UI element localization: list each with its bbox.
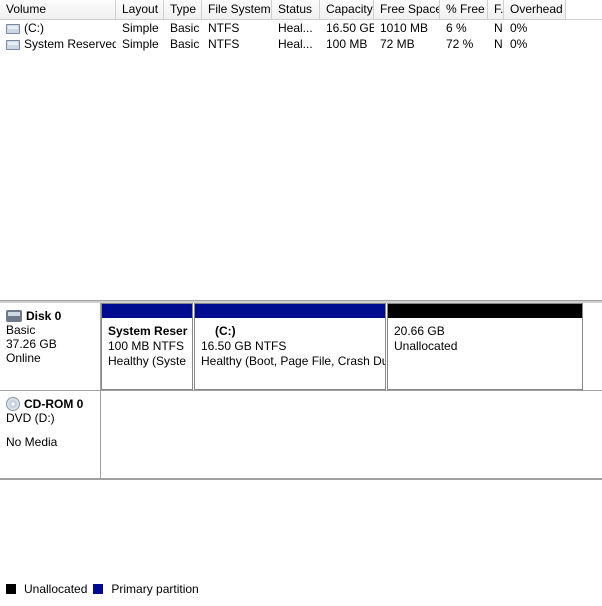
partition-bar bbox=[195, 304, 385, 318]
cell-fs: NTFS bbox=[202, 21, 272, 35]
cdrom-icon bbox=[6, 397, 20, 411]
cell-status: Heal... bbox=[272, 21, 320, 35]
col-layout[interactable]: Layout bbox=[116, 0, 164, 19]
disk-state: Online bbox=[6, 351, 94, 365]
disk-size: 37.26 GB bbox=[6, 337, 94, 351]
cell-type: Basic bbox=[164, 21, 202, 35]
partition-c[interactable]: (C:) 16.50 GB NTFS Healthy (Boot, Page F… bbox=[194, 303, 386, 390]
volume-table-header: Volume Layout Type File System Status Ca… bbox=[0, 0, 602, 20]
partition-size: 100 MB NTFS bbox=[108, 339, 186, 354]
col-status[interactable]: Status bbox=[272, 0, 320, 19]
cdrom-label-area[interactable]: CD-ROM 0 DVD (D:) No Media bbox=[0, 391, 101, 478]
col-filesystem[interactable]: File System bbox=[202, 0, 272, 19]
partition-bar bbox=[388, 304, 582, 318]
table-row[interactable]: (C:) Simple Basic NTFS Heal... 16.50 GB … bbox=[0, 20, 602, 36]
cell-capacity: 16.50 GB bbox=[320, 21, 374, 35]
disk-type: Basic bbox=[6, 323, 94, 337]
cell-free: 1010 MB bbox=[374, 21, 440, 35]
cell-fault: N bbox=[488, 21, 504, 35]
partition-status: Unallocated bbox=[394, 339, 576, 354]
cdrom-type: DVD (D:) bbox=[6, 411, 94, 425]
cell-capacity: 100 MB bbox=[320, 37, 374, 51]
partition-size: 20.66 GB bbox=[394, 324, 576, 339]
cdrom-state: No Media bbox=[6, 435, 94, 449]
col-fault[interactable]: F. bbox=[488, 0, 504, 19]
partition-name: (C:) bbox=[201, 324, 379, 339]
volume-table-body: (C:) Simple Basic NTFS Heal... 16.50 GB … bbox=[0, 20, 602, 52]
cdrom-title: CD-ROM 0 bbox=[24, 397, 83, 411]
col-overhead[interactable]: Overhead bbox=[504, 0, 566, 19]
partition-unallocated[interactable]: 20.66 GB Unallocated bbox=[387, 303, 583, 390]
cell-pct: 72 % bbox=[440, 37, 488, 51]
partition-status: Healthy (Syste bbox=[108, 354, 186, 369]
table-row[interactable]: System Reserved Simple Basic NTFS Heal..… bbox=[0, 36, 602, 52]
partition-system-reserved[interactable]: System Reser 100 MB NTFS Healthy (Syste bbox=[101, 303, 193, 390]
col-capacity[interactable]: Capacity bbox=[320, 0, 374, 19]
legend-primary: Primary partition bbox=[111, 582, 198, 596]
partition-size: 16.50 GB NTFS bbox=[201, 339, 379, 354]
legend: Unallocated Primary partition bbox=[6, 582, 199, 596]
legend-unallocated: Unallocated bbox=[24, 582, 87, 596]
drive-icon bbox=[6, 40, 20, 50]
partition-status: Healthy (Boot, Page File, Crash Du bbox=[201, 354, 379, 369]
cell-pct: 6 % bbox=[440, 21, 488, 35]
drive-icon bbox=[6, 24, 20, 34]
cell-layout: Simple bbox=[116, 37, 164, 51]
cdrom-row: CD-ROM 0 DVD (D:) No Media bbox=[0, 391, 602, 479]
cell-layout: Simple bbox=[116, 21, 164, 35]
disk-title: Disk 0 bbox=[26, 309, 61, 323]
volume-list-pane: Volume Layout Type File System Status Ca… bbox=[0, 0, 602, 301]
cell-fs: NTFS bbox=[202, 37, 272, 51]
volume-name: (C:) bbox=[24, 21, 44, 35]
legend-swatch-unallocated bbox=[6, 584, 16, 594]
cell-overhead: 0% bbox=[504, 21, 566, 35]
disk-row: Disk 0 Basic 37.26 GB Online System Rese… bbox=[0, 303, 602, 391]
col-freespace[interactable]: Free Space bbox=[374, 0, 440, 19]
disk-icon bbox=[6, 310, 22, 322]
col-type[interactable]: Type bbox=[164, 0, 202, 19]
volume-name: System Reserved bbox=[24, 37, 116, 51]
col-volume[interactable]: Volume bbox=[0, 0, 116, 19]
cell-free: 72 MB bbox=[374, 37, 440, 51]
disk-partitions: System Reser 100 MB NTFS Healthy (Syste … bbox=[101, 303, 602, 390]
col-pctfree[interactable]: % Free bbox=[440, 0, 488, 19]
cell-type: Basic bbox=[164, 37, 202, 51]
disk-label-area[interactable]: Disk 0 Basic 37.26 GB Online bbox=[0, 303, 101, 390]
cell-overhead: 0% bbox=[504, 37, 566, 51]
legend-swatch-primary bbox=[93, 584, 103, 594]
disk-graphical-pane: Disk 0 Basic 37.26 GB Online System Rese… bbox=[0, 301, 602, 480]
cell-fault: N bbox=[488, 37, 504, 51]
partition-bar bbox=[102, 304, 192, 318]
cdrom-empty bbox=[101, 391, 602, 478]
partition-name: System Reser bbox=[108, 324, 186, 339]
cell-status: Heal... bbox=[272, 37, 320, 51]
